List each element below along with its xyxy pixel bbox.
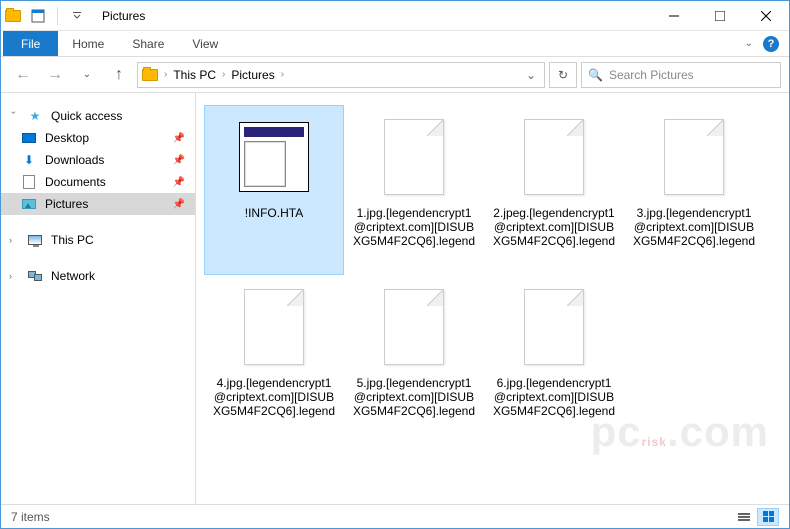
blank-file-icon: [234, 282, 314, 372]
nav-network[interactable]: › Network: [1, 265, 195, 287]
nav-item-documents[interactable]: Documents 📌: [1, 171, 195, 193]
tab-home[interactable]: Home: [58, 31, 118, 56]
star-icon: ★: [27, 108, 43, 124]
hta-file-icon: [234, 112, 314, 202]
icons-view-button[interactable]: [757, 508, 779, 526]
close-button[interactable]: [743, 1, 789, 30]
help-button[interactable]: ?: [763, 36, 779, 52]
recent-locations-button[interactable]: ⌄: [73, 61, 101, 89]
nav-quick-access[interactable]: › ★ Quick access: [1, 105, 195, 127]
pin-icon: 📌: [173, 133, 185, 144]
nav-item-downloads[interactable]: ⬇ Downloads 📌: [1, 149, 195, 171]
pin-icon: 📌: [173, 155, 185, 166]
blank-file-icon: [654, 112, 734, 202]
file-item[interactable]: 1.jpg.[legendencrypt1@criptext.com][DISU…: [344, 105, 484, 275]
file-item[interactable]: 5.jpg.[legendencrypt1@criptext.com][DISU…: [344, 275, 484, 445]
chevron-right-icon: ›: [281, 69, 284, 80]
qat-dropdown-button[interactable]: [66, 5, 88, 27]
file-name: 3.jpg.[legendencrypt1@criptext.com][DISU…: [631, 206, 757, 248]
file-name: 4.jpg.[legendencrypt1@criptext.com][DISU…: [211, 376, 337, 418]
nav-label: Desktop: [45, 131, 89, 145]
status-bar: 7 items: [1, 504, 789, 528]
chevron-right-icon: ›: [222, 69, 225, 80]
pin-icon: 📌: [173, 177, 185, 188]
nav-label: Quick access: [51, 109, 122, 123]
file-list[interactable]: !INFO.HTA 1.jpg.[legendencrypt1@criptext.…: [196, 93, 789, 506]
network-icon: [27, 268, 43, 284]
file-item[interactable]: 4.jpg.[legendencrypt1@criptext.com][DISU…: [204, 275, 344, 445]
file-item[interactable]: 2.jpeg.[legendencrypt1@criptext.com][DIS…: [484, 105, 624, 275]
file-name: 1.jpg.[legendencrypt1@criptext.com][DISU…: [351, 206, 477, 248]
maximize-button[interactable]: [697, 1, 743, 30]
tab-share[interactable]: Share: [118, 31, 178, 56]
file-item[interactable]: !INFO.HTA: [204, 105, 344, 275]
blank-file-icon: [514, 112, 594, 202]
chevron-right-icon: ›: [9, 235, 19, 245]
nav-item-pictures[interactable]: Pictures 📌: [1, 193, 195, 215]
file-item[interactable]: 3.jpg.[legendencrypt1@criptext.com][DISU…: [624, 105, 764, 275]
nav-label: Downloads: [45, 153, 104, 167]
nav-label: Documents: [45, 175, 106, 189]
app-icon: [5, 10, 21, 22]
downloads-icon: ⬇: [21, 152, 37, 168]
chevron-right-icon: ›: [164, 69, 167, 80]
search-input[interactable]: [609, 68, 774, 82]
qat-properties-button[interactable]: [27, 5, 49, 27]
breadcrumb-dropdown-icon[interactable]: ⌄: [526, 68, 536, 82]
file-name: 6.jpg.[legendencrypt1@criptext.com][DISU…: [491, 376, 617, 418]
ribbon-expand-icon[interactable]: ⌄: [745, 38, 753, 49]
back-button[interactable]: ←: [9, 61, 37, 89]
status-item-count: 7 items: [11, 510, 50, 524]
blank-file-icon: [374, 112, 454, 202]
blank-file-icon: [514, 282, 594, 372]
forward-button[interactable]: →: [41, 61, 69, 89]
nav-label: This PC: [51, 233, 94, 247]
details-view-button[interactable]: [733, 508, 755, 526]
nav-item-desktop[interactable]: Desktop 📌: [1, 127, 195, 149]
breadcrumb-item[interactable]: Pictures: [229, 68, 276, 82]
navigation-pane: › ★ Quick access Desktop 📌 ⬇ Downloads 📌…: [1, 93, 196, 506]
file-item[interactable]: 6.jpg.[legendencrypt1@criptext.com][DISU…: [484, 275, 624, 445]
title-bar: Pictures: [1, 1, 789, 31]
file-name: 2.jpeg.[legendencrypt1@criptext.com][DIS…: [491, 206, 617, 248]
pin-icon: 📌: [173, 199, 185, 210]
pictures-icon: [21, 196, 37, 212]
pc-icon: [27, 232, 43, 248]
breadcrumb[interactable]: › This PC › Pictures › ⌄: [137, 62, 545, 88]
file-name: !INFO.HTA: [245, 206, 303, 220]
up-button[interactable]: ↑: [105, 61, 133, 89]
desktop-icon: [21, 130, 37, 146]
nav-label: Network: [51, 269, 95, 283]
file-name: 5.jpg.[legendencrypt1@criptext.com][DISU…: [351, 376, 477, 418]
breadcrumb-folder-icon: [142, 69, 158, 81]
chevron-down-icon: ›: [9, 111, 19, 121]
chevron-right-icon: ›: [9, 271, 19, 281]
search-box[interactable]: 🔍: [581, 62, 781, 88]
file-tab[interactable]: File: [3, 31, 58, 56]
nav-label: Pictures: [45, 197, 88, 211]
blank-file-icon: [374, 282, 454, 372]
refresh-button[interactable]: ↻: [549, 62, 577, 88]
window-title: Pictures: [94, 9, 145, 23]
breadcrumb-item[interactable]: This PC: [171, 68, 218, 82]
ribbon: File Home Share View ⌄ ?: [1, 31, 789, 57]
search-icon: 🔍: [588, 68, 603, 82]
documents-icon: [21, 174, 37, 190]
address-bar: ← → ⌄ ↑ › This PC › Pictures › ⌄ ↻ 🔍: [1, 57, 789, 93]
qat-separator: [57, 7, 58, 25]
tab-view[interactable]: View: [178, 31, 232, 56]
minimize-button[interactable]: [651, 1, 697, 30]
nav-this-pc[interactable]: › This PC: [1, 229, 195, 251]
